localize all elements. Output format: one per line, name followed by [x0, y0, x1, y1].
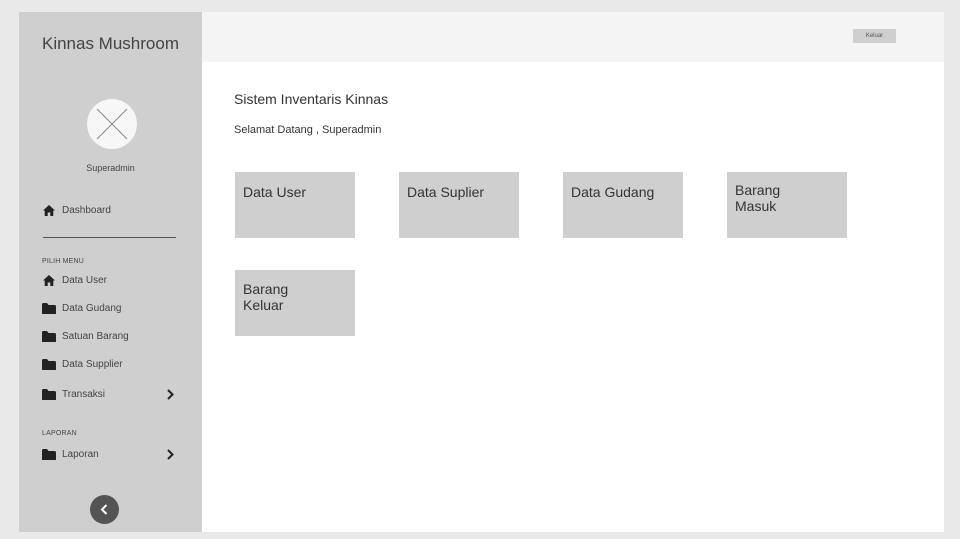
chevron-right-icon[interactable] — [165, 447, 175, 461]
tile-data-suplier[interactable]: Data Suplier — [399, 172, 519, 238]
tile-label: Barang Keluar — [243, 281, 289, 313]
tile-data-user[interactable]: Data User — [235, 172, 355, 238]
nav-dashboard[interactable]: Dashboard — [42, 203, 111, 217]
sidebar-item-label: Data Supplier — [62, 358, 123, 370]
home-icon — [42, 204, 56, 216]
folder-icon — [42, 358, 56, 370]
tile-label: Barang Masuk — [735, 182, 781, 214]
sidebar-item-transaksi[interactable]: Transaksi — [42, 387, 105, 401]
report-section-label: LAPORAN — [42, 430, 77, 437]
avatar[interactable] — [87, 99, 137, 149]
tile-label: Data Gudang — [571, 184, 655, 200]
sidebar-item-data-user[interactable]: Data User — [42, 273, 107, 287]
tile-barang-keluar[interactable]: Barang Keluar — [235, 270, 355, 336]
tile-label: Data Suplier — [407, 184, 485, 200]
tile-data-gudang[interactable]: Data Gudang — [563, 172, 683, 238]
tile-barang-masuk[interactable]: Barang Masuk — [727, 172, 847, 238]
nav-dashboard-label: Dashboard — [62, 204, 111, 216]
tile-label: Data User — [243, 184, 307, 200]
sidebar: Kinnas Mushroom Superadmin Dashboard PIL… — [19, 12, 202, 532]
app-window: Kinnas Mushroom Superadmin Dashboard PIL… — [19, 12, 944, 532]
sidebar-divider — [43, 237, 176, 238]
welcome-text: Selamat Datang , Superadmin — [234, 124, 382, 136]
sidebar-item-label: Data Gudang — [62, 302, 122, 314]
sidebar-item-laporan[interactable]: Laporan — [42, 447, 99, 461]
user-name: Superadmin — [86, 163, 135, 173]
sidebar-item-data-gudang[interactable]: Data Gudang — [42, 301, 122, 315]
header-bar: Keluar — [202, 12, 944, 62]
folder-icon — [42, 302, 56, 314]
brand-title: Kinnas Mushroom — [41, 34, 179, 53]
sidebar-item-data-supplier[interactable]: Data Supplier — [42, 357, 123, 371]
menu-section-label: PILIH MENU — [42, 258, 85, 265]
sidebar-item-label: Laporan — [62, 448, 99, 460]
home-icon — [42, 274, 56, 286]
folder-icon — [42, 388, 56, 400]
sidebar-item-label: Transaksi — [62, 388, 105, 400]
chevron-right-icon[interactable] — [165, 387, 175, 401]
sidebar-item-label: Data User — [62, 274, 108, 286]
sidebar-item-label: Satuan Barang — [62, 330, 129, 342]
sidebar-item-satuan-barang[interactable]: Satuan Barang — [42, 329, 129, 343]
logout-button[interactable]: Keluar — [853, 29, 896, 43]
folder-icon — [42, 448, 56, 460]
chevron-left-icon — [100, 504, 108, 515]
folder-icon — [42, 330, 56, 342]
collapse-sidebar-button[interactable] — [90, 495, 119, 524]
avatar-placeholder-icon — [96, 108, 128, 140]
page-title: Sistem Inventaris Kinnas — [234, 91, 389, 107]
